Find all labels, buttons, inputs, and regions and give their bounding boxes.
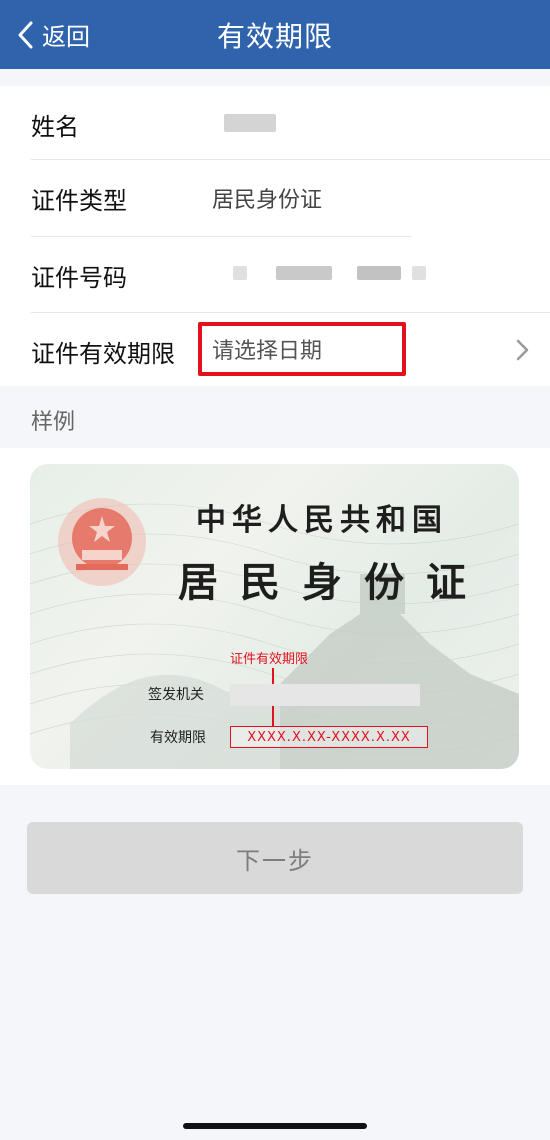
- card-country-text: 中华人民共和国: [196, 503, 448, 538]
- name-value-masked: [224, 114, 276, 132]
- validity-date-picker[interactable]: 请选择日期: [212, 333, 322, 365]
- card-validity-label: 有效期限: [150, 730, 206, 746]
- card-issuer-value-masked: [230, 684, 420, 706]
- id-type-label: 证件类型: [31, 186, 127, 215]
- nav-bar: 返回 有效期限: [0, 0, 550, 69]
- id-number-row: 证件号码: [0, 237, 550, 313]
- card-validity-format: XXXX.X.XX-XXXX.X.XX: [230, 726, 428, 748]
- chevron-right-icon: [516, 339, 529, 361]
- card-title-text: 居民身份证: [178, 559, 488, 606]
- name-label: 姓名: [31, 112, 79, 141]
- sample-section-label: 样例: [31, 410, 76, 435]
- home-indicator[interactable]: [183, 1123, 367, 1129]
- next-step-button[interactable]: 下一步: [27, 822, 523, 894]
- card-issuer-label: 签发机关: [148, 687, 204, 703]
- page-title: 有效期限: [216, 19, 333, 53]
- id-number-label: 证件号码: [31, 263, 127, 292]
- national-emblem-icon: [58, 498, 146, 586]
- id-type-value: 居民身份证: [212, 188, 323, 213]
- validity-label: 证件有效期限: [31, 339, 175, 368]
- id-type-row: 证件类型 居民身份证: [0, 160, 550, 236]
- card-validity-annotation: 证件有效期限: [230, 652, 309, 667]
